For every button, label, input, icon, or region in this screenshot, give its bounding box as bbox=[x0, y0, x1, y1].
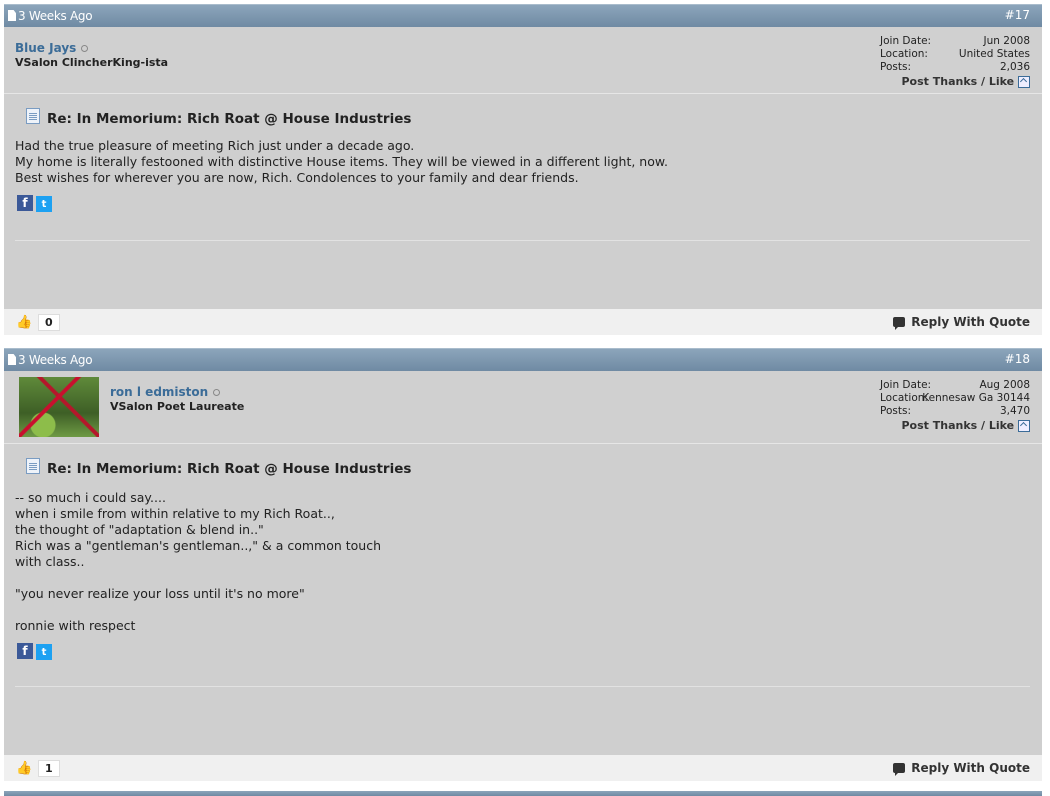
post-text-line: -- so much i could say.... bbox=[15, 490, 166, 505]
posts-label: Posts: bbox=[880, 405, 911, 417]
post-text-line: with class.. bbox=[15, 554, 85, 569]
offline-status-icon bbox=[213, 389, 221, 396]
quote-bubble-icon bbox=[893, 763, 906, 776]
post-thanks-like[interactable]: Post Thanks / Like bbox=[902, 75, 1030, 88]
reply-with-quote-button[interactable]: Reply With Quote bbox=[893, 761, 1030, 776]
quote-bubble-icon bbox=[893, 317, 906, 330]
user-stats: Join Date: Aug 2008 Location: Kennesaw Ga … bbox=[880, 379, 1030, 418]
collapse-up-icon[interactable] bbox=[1018, 420, 1030, 432]
avatar[interactable] bbox=[19, 377, 99, 437]
post-thanks-like[interactable]: Post Thanks / Like bbox=[902, 419, 1030, 432]
facebook-share-icon[interactable]: f bbox=[17, 643, 33, 659]
post-header: 3 Weeks Ago #18 bbox=[4, 348, 1042, 371]
share-buttons: ft bbox=[17, 640, 55, 660]
post-text-line: "you never realize your loss until it's … bbox=[15, 586, 305, 601]
document-icon bbox=[8, 354, 16, 365]
reply-with-quote-button[interactable]: Reply With Quote bbox=[893, 315, 1030, 330]
user-title: VSalon ClincherKing-ista bbox=[15, 56, 169, 69]
join-date-label: Join Date: bbox=[880, 35, 932, 47]
next-post-header-edge bbox=[4, 791, 1042, 796]
location-label: Location: bbox=[880, 48, 928, 60]
collapse-up-icon[interactable] bbox=[1018, 76, 1030, 88]
post-text-line: Best wishes for wherever you are now, Ri… bbox=[15, 170, 579, 185]
location-value: Kennesaw Ga 30144 bbox=[922, 392, 1030, 404]
post-footer: 👍 0 Reply With Quote bbox=[4, 309, 1042, 335]
location-value: United States bbox=[958, 48, 1030, 60]
post-number-link[interactable]: #17 bbox=[1005, 8, 1030, 22]
post-page-icon bbox=[26, 458, 40, 474]
post-title: Re: In Memorium: Rich Roat @ House Indus… bbox=[26, 108, 411, 127]
twitter-share-icon[interactable]: t bbox=[36, 644, 52, 660]
post-header: 3 Weeks Ago #17 bbox=[4, 4, 1042, 27]
user-info-bar: ron l edmiston VSalon Poet Laureate Join… bbox=[4, 371, 1042, 444]
join-date-value: Jun 2008 bbox=[983, 35, 1030, 47]
post-number-link[interactable]: #18 bbox=[1005, 352, 1030, 366]
user-title: VSalon Poet Laureate bbox=[110, 400, 245, 413]
join-date-label: Join Date: bbox=[880, 379, 932, 391]
facebook-share-icon[interactable]: f bbox=[17, 195, 33, 211]
user-info-bar: Blue Jays VSalon ClincherKing-ista Join … bbox=[4, 27, 1042, 94]
post-text-line: My home is literally festooned with dist… bbox=[15, 154, 668, 169]
user-stats: Join Date: Jun 2008 Location: United State… bbox=[880, 35, 1030, 74]
post-title: Re: In Memorium: Rich Roat @ House Indus… bbox=[26, 458, 411, 477]
username-link[interactable]: ron l edmiston bbox=[110, 385, 221, 399]
post-text-line: Had the true pleasure of meeting Rich ju… bbox=[15, 138, 415, 153]
post-footer: 👍 1 Reply With Quote bbox=[4, 755, 1042, 781]
location-label: Location: bbox=[880, 392, 928, 404]
share-buttons: ft bbox=[17, 192, 55, 212]
thumbs-up-icon[interactable]: 👍 bbox=[16, 315, 32, 330]
offline-status-icon bbox=[81, 45, 89, 52]
post-text-line: Rich was a "gentleman's gentleman..," & … bbox=[15, 538, 382, 553]
join-date-value: Aug 2008 bbox=[979, 379, 1030, 391]
content-divider bbox=[15, 686, 1030, 687]
post-text-line: ronnie with respect bbox=[15, 618, 136, 633]
post-content: Re: In Memorium: Rich Roat @ House Indus… bbox=[4, 444, 1042, 755]
post-date: 3 Weeks Ago bbox=[18, 9, 93, 23]
twitter-share-icon[interactable]: t bbox=[36, 196, 52, 212]
document-icon bbox=[8, 10, 16, 21]
content-divider bbox=[15, 240, 1030, 241]
posts-value: 2,036 bbox=[999, 61, 1030, 73]
like-count: 1 bbox=[38, 760, 60, 777]
post-18: 3 Weeks Ago #18 ron l edmiston VSalon Po… bbox=[4, 348, 1042, 781]
thumbs-up-icon[interactable]: 👍 bbox=[16, 761, 32, 776]
post-text-line: the thought of "adaptation & blend in.." bbox=[15, 522, 264, 537]
like-count: 0 bbox=[38, 314, 60, 331]
post-17: 3 Weeks Ago #17 Blue Jays VSalon Clinche… bbox=[4, 4, 1042, 335]
posts-value: 3,470 bbox=[999, 405, 1030, 417]
post-date: 3 Weeks Ago bbox=[18, 353, 93, 367]
post-text-line: when i smile from within relative to my … bbox=[15, 506, 335, 521]
post-page-icon bbox=[26, 108, 40, 124]
posts-label: Posts: bbox=[880, 61, 911, 73]
post-content: Re: In Memorium: Rich Roat @ House Indus… bbox=[4, 94, 1042, 309]
username-link[interactable]: Blue Jays bbox=[15, 41, 89, 55]
